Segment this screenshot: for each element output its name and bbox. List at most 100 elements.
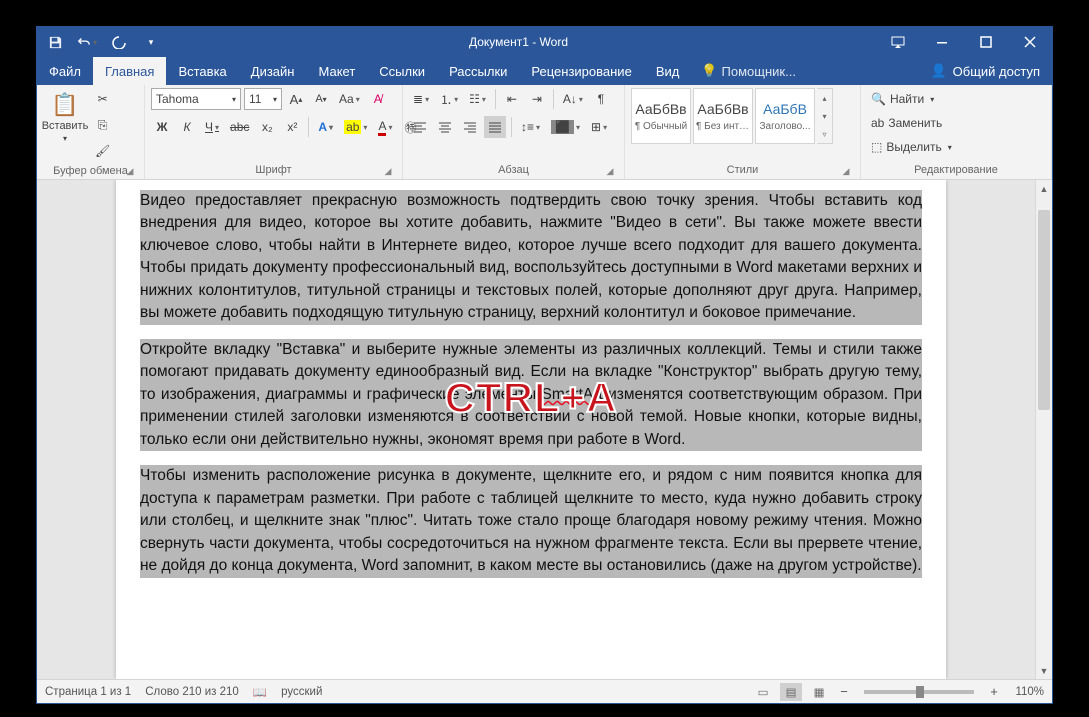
proofing-icon[interactable]: 📖 xyxy=(253,685,267,699)
align-right-button[interactable] xyxy=(459,116,481,138)
bold-button[interactable]: Ж xyxy=(151,116,173,138)
align-left-button[interactable] xyxy=(409,116,431,138)
group-paragraph: ≣ ⒈ ☷ ⇤ ⇥ A↓ ¶ ↕≡ ⬛ xyxy=(403,85,625,179)
save-icon[interactable] xyxy=(45,32,65,52)
numbering-button[interactable]: ⒈ xyxy=(436,88,462,110)
find-button[interactable]: 🔍Найти▾ xyxy=(867,88,956,110)
multilevel-button[interactable]: ☷ xyxy=(465,88,490,110)
font-size-select[interactable]: 11▾ xyxy=(244,88,282,110)
tab-design[interactable]: Дизайн xyxy=(239,57,307,85)
document-content: Видео предоставляет прекрасную возможнос… xyxy=(140,190,922,578)
shading-button[interactable]: ⬛ xyxy=(547,116,584,138)
vertical-scrollbar[interactable]: ▲ ▼ xyxy=(1035,180,1052,679)
shrink-font-button[interactable]: A▾ xyxy=(310,88,332,110)
view-read-button[interactable]: ▭ xyxy=(752,683,774,701)
select-button[interactable]: ⬚Выделить▾ xyxy=(867,136,956,158)
tab-references[interactable]: Ссылки xyxy=(367,57,437,85)
zoom-thumb[interactable] xyxy=(916,686,924,698)
align-center-button[interactable] xyxy=(434,116,456,138)
redo-icon[interactable] xyxy=(109,32,129,52)
select-label: Выделить xyxy=(886,140,941,154)
tab-insert[interactable]: Вставка xyxy=(166,57,238,85)
tab-review[interactable]: Рецензирование xyxy=(519,57,643,85)
status-words[interactable]: Слово 210 из 210 xyxy=(145,686,239,698)
style-normal[interactable]: АаБбВв¶ Обычный xyxy=(631,88,691,144)
zoom-value[interactable]: 110% xyxy=(1008,686,1044,698)
font-launcher[interactable]: ◢ xyxy=(382,165,394,177)
superscript-button[interactable]: x² xyxy=(281,116,303,138)
lightbulb-icon: 💡 xyxy=(701,63,717,79)
indent-button[interactable]: ⇥ xyxy=(526,88,548,110)
font-color-button[interactable]: A xyxy=(374,116,396,138)
view-web-button[interactable]: ▦ xyxy=(808,683,830,701)
text-effects-button[interactable]: A xyxy=(314,116,337,138)
group-styles: АаБбВв¶ Обычный АаБбВв¶ Без инте... АаБб… xyxy=(625,85,861,179)
scroll-up-arrow[interactable]: ▲ xyxy=(1036,180,1052,197)
statusbar: Страница 1 из 1 Слово 210 из 210 📖 русск… xyxy=(37,679,1052,703)
replace-button[interactable]: abЗаменить xyxy=(867,112,956,134)
sort-button[interactable]: A↓ xyxy=(559,88,587,110)
underline-button[interactable]: Ч xyxy=(201,116,223,138)
tab-file[interactable]: Файл xyxy=(37,57,93,85)
tab-layout[interactable]: Макет xyxy=(306,57,367,85)
grow-font-button[interactable]: A▴ xyxy=(285,88,307,110)
zoom-slider[interactable] xyxy=(864,690,974,694)
status-page[interactable]: Страница 1 из 1 xyxy=(45,686,131,698)
titlebar: ▾ Документ1 - Word xyxy=(37,27,1052,57)
tab-home[interactable]: Главная xyxy=(93,57,166,85)
strike-button[interactable]: abc xyxy=(226,116,253,138)
show-marks-button[interactable]: ¶ xyxy=(590,88,612,110)
zoom-in-button[interactable]: + xyxy=(986,684,1002,700)
highlight-button[interactable]: ab xyxy=(340,116,371,138)
minimize-button[interactable] xyxy=(920,27,964,57)
qat-customize-icon[interactable]: ▾ xyxy=(141,32,161,52)
line-spacing-button[interactable]: ↕≡ xyxy=(517,116,544,138)
undo-icon[interactable] xyxy=(77,32,97,52)
maximize-button[interactable] xyxy=(964,27,1008,57)
clipboard-launcher[interactable]: ◢ xyxy=(124,165,136,177)
replace-icon: ab xyxy=(871,116,884,130)
numbering-icon: ⒈ xyxy=(440,91,452,108)
page[interactable]: Видео предоставляет прекрасную возможнос… xyxy=(116,180,946,679)
window-title: Документ1 - Word xyxy=(161,35,876,49)
scroll-down-arrow[interactable]: ▼ xyxy=(1036,662,1052,679)
style-heading1[interactable]: АаБбВЗаголово... xyxy=(755,88,815,144)
signin-area[interactable] xyxy=(806,57,886,85)
spellcheck-word[interactable]: SmartArt xyxy=(542,386,603,403)
clear-format-button[interactable]: A̸ xyxy=(367,88,389,110)
cut-button[interactable]: ✂ xyxy=(91,88,114,110)
view-print-button[interactable]: ▤ xyxy=(780,683,802,701)
paragraph-launcher[interactable]: ◢ xyxy=(604,165,616,177)
doc-para-1[interactable]: Видео предоставляет прекрасную возможнос… xyxy=(140,190,922,325)
ribbon-options-button[interactable] xyxy=(876,27,920,57)
share-button[interactable]: 👤Общий доступ xyxy=(918,57,1052,85)
doc-para-3[interactable]: Чтобы изменить расположение рисунка в до… xyxy=(140,465,922,577)
subscript-button[interactable]: x₂ xyxy=(256,116,278,138)
scroll-thumb[interactable] xyxy=(1038,210,1050,410)
paste-icon: 📋 xyxy=(51,92,78,118)
tab-view[interactable]: Вид xyxy=(644,57,692,85)
bullets-button[interactable]: ≣ xyxy=(409,88,433,110)
status-lang[interactable]: русский xyxy=(281,686,322,698)
copy-button[interactable]: ⎘ xyxy=(91,114,114,136)
paste-button[interactable]: 📋 Вставить ▾ xyxy=(43,88,87,143)
doc-para-2[interactable]: Откройте вкладку "Вставка" и выберите ну… xyxy=(140,339,922,451)
tell-me[interactable]: 💡 Помощник... xyxy=(691,57,806,85)
zoom-out-button[interactable]: − xyxy=(836,684,852,700)
tab-mailings[interactable]: Рассылки xyxy=(437,57,519,85)
change-case-button[interactable]: Aa xyxy=(335,88,364,110)
font-family-value: Tahoma xyxy=(156,92,199,106)
italic-button[interactable]: К xyxy=(176,116,198,138)
styles-launcher[interactable]: ◢ xyxy=(840,165,852,177)
format-painter-button[interactable]: 🖌 xyxy=(91,140,114,162)
borders-button[interactable]: ⊞ xyxy=(587,116,611,138)
styles-more[interactable]: ▴▾▿ xyxy=(817,88,833,144)
justify-button[interactable] xyxy=(484,116,506,138)
outdent-button[interactable]: ⇤ xyxy=(501,88,523,110)
font-family-select[interactable]: Tahoma▾ xyxy=(151,88,241,110)
close-button[interactable] xyxy=(1008,27,1052,57)
group-label-font: Шрифт xyxy=(255,164,291,176)
style-nospacing[interactable]: АаБбВв¶ Без инте... xyxy=(693,88,753,144)
tell-me-label: Помощник... xyxy=(722,64,796,79)
styles-gallery: АаБбВв¶ Обычный АаБбВв¶ Без инте... АаБб… xyxy=(631,88,833,144)
